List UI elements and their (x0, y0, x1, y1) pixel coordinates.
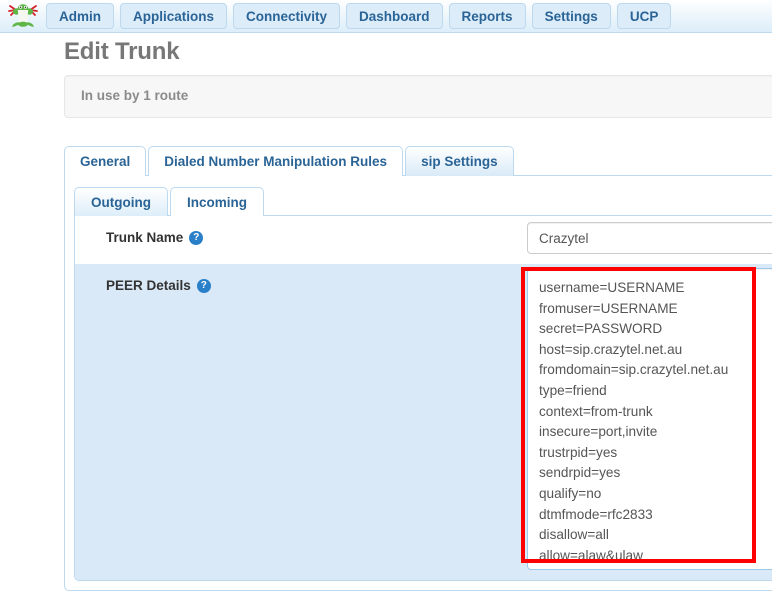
nav-item-dashboard[interactable]: Dashboard (346, 3, 443, 29)
subtab-outgoing[interactable]: Outgoing (74, 187, 168, 216)
tab-sip-settings[interactable]: sip Settings (405, 146, 514, 176)
trunk-name-input[interactable] (527, 222, 772, 254)
nav-item-label: Dashboard (359, 9, 430, 24)
nav-item-label: Admin (59, 9, 101, 24)
tab-label: sip Settings (421, 154, 498, 169)
nav-item-label: Reports (462, 9, 513, 24)
tab-label: General (80, 154, 130, 169)
nav-item-connectivity[interactable]: Connectivity (233, 3, 340, 29)
subtab-label: Outgoing (91, 195, 151, 210)
peer-details-label-group: PEER Details ? (106, 278, 211, 293)
nav-item-label: Settings (545, 9, 598, 24)
subtab-incoming[interactable]: Incoming (170, 187, 264, 216)
subtab-label: Incoming (187, 195, 247, 210)
tab-dialed-number-manipulation-rules[interactable]: Dialed Number Manipulation Rules (148, 146, 403, 176)
in-use-notice-panel: In use by 1 route (64, 75, 772, 118)
form-row-trunk-name: Trunk Name ? (75, 216, 772, 264)
sub-tab-bar: Outgoing Incoming (74, 186, 772, 216)
trunk-name-label: Trunk Name (106, 230, 183, 245)
in-use-notice-text: In use by 1 route (81, 88, 188, 103)
outgoing-settings-form: Trunk Name ? PEER Details ? (74, 216, 772, 581)
tab-general[interactable]: General (64, 146, 146, 176)
nav-item-ucp[interactable]: UCP (617, 3, 672, 29)
nav-item-applications[interactable]: Applications (120, 3, 227, 29)
nav-item-settings[interactable]: Settings (532, 3, 611, 29)
nav-item-label: Connectivity (246, 9, 327, 24)
question-mark-icon[interactable]: ? (197, 279, 211, 293)
top-navigation-bar: Admin Applications Connectivity Dashboar… (0, 0, 772, 33)
peer-details-textarea[interactable] (527, 268, 772, 570)
nav-item-label: UCP (630, 9, 659, 24)
question-mark-icon[interactable]: ? (189, 231, 203, 245)
main-tab-bar: General Dialed Number Manipulation Rules… (64, 145, 772, 176)
peer-details-label: PEER Details (106, 278, 191, 293)
form-row-peer-details: PEER Details ? (75, 264, 772, 581)
nav-item-reports[interactable]: Reports (449, 3, 526, 29)
trunk-name-label-group: Trunk Name ? (106, 230, 203, 245)
tab-label: Dialed Number Manipulation Rules (164, 154, 387, 169)
freepbx-frog-logo-icon[interactable] (6, 3, 40, 30)
nav-item-label: Applications (133, 9, 214, 24)
nav-item-admin[interactable]: Admin (46, 3, 114, 29)
page-title: Edit Trunk (64, 38, 179, 66)
